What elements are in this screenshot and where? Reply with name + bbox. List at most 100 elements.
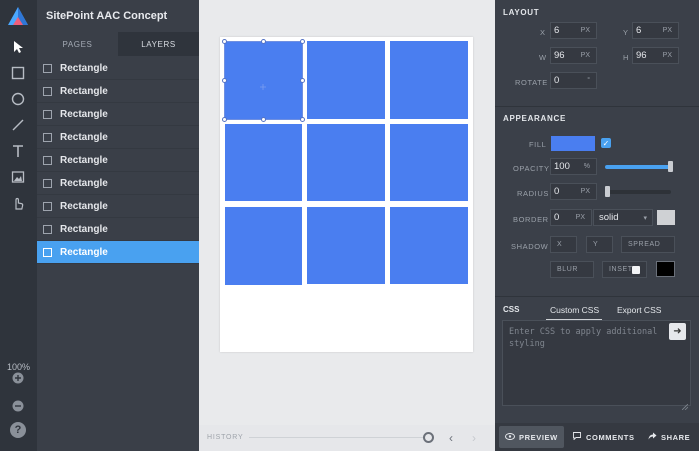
layer-checkbox[interactable] bbox=[43, 247, 52, 257]
rectangle-shape[interactable] bbox=[307, 207, 385, 284]
rectangle-icon[interactable] bbox=[8, 63, 28, 83]
opacity-input[interactable]: 100 % bbox=[550, 158, 597, 175]
zoom-out-icon[interactable] bbox=[11, 399, 25, 413]
inset-checkbox[interactable] bbox=[632, 266, 640, 274]
shadow-color-swatch[interactable] bbox=[656, 261, 675, 277]
layer-item-selected[interactable]: Rectangle bbox=[37, 241, 199, 264]
tab-export-css[interactable]: Export CSS bbox=[617, 305, 661, 315]
history-slider-track[interactable] bbox=[249, 437, 424, 438]
fill-color-swatch[interactable] bbox=[551, 136, 595, 151]
section-divider bbox=[495, 296, 699, 297]
layer-item[interactable]: Rectangle bbox=[37, 195, 199, 218]
rectangle-shape[interactable] bbox=[390, 207, 468, 284]
layer-checkbox[interactable] bbox=[43, 178, 52, 188]
shadow-blur-input[interactable]: BLUR bbox=[550, 261, 594, 278]
radius-slider-thumb[interactable] bbox=[605, 186, 610, 197]
circle-icon[interactable] bbox=[8, 89, 28, 109]
layer-item[interactable]: Rectangle bbox=[37, 80, 199, 103]
history-slider-knob[interactable] bbox=[423, 432, 434, 443]
opacity-value: 100 bbox=[554, 161, 570, 172]
center-crosshair-icon bbox=[260, 77, 266, 90]
layer-item[interactable]: Rectangle bbox=[37, 103, 199, 126]
layer-item[interactable]: Rectangle bbox=[37, 149, 199, 172]
radius-slider-track[interactable] bbox=[605, 190, 671, 194]
x-label: X bbox=[540, 28, 546, 37]
resize-handle[interactable] bbox=[300, 39, 305, 44]
height-input[interactable]: 96 PX bbox=[632, 47, 679, 64]
layer-checkbox[interactable] bbox=[43, 109, 52, 119]
layer-checkbox[interactable] bbox=[43, 132, 52, 142]
shadow-x-input[interactable]: X bbox=[550, 236, 577, 253]
resize-handle[interactable] bbox=[222, 39, 227, 44]
hand-pointer-icon[interactable] bbox=[8, 193, 28, 213]
layer-checkbox[interactable] bbox=[43, 63, 52, 73]
bottom-action-bar: PREVIEW COMMENTS SHARE bbox=[495, 423, 699, 451]
comments-button[interactable]: COMMENTS bbox=[573, 426, 635, 448]
app-logo-icon[interactable] bbox=[7, 6, 29, 28]
project-title: SitePoint AAC Concept bbox=[46, 10, 168, 22]
zoom-level: 100% bbox=[6, 362, 31, 372]
layer-item[interactable]: Rectangle bbox=[37, 172, 199, 195]
opacity-slider-thumb[interactable] bbox=[668, 161, 673, 172]
tab-pages[interactable]: PAGES bbox=[37, 32, 118, 56]
share-button[interactable]: SHARE bbox=[648, 426, 690, 448]
fill-enabled-checkbox[interactable]: ✓ bbox=[601, 138, 611, 148]
zoom-in-icon[interactable] bbox=[11, 371, 25, 385]
radius-input[interactable]: 0 PX bbox=[550, 183, 597, 200]
y-input[interactable]: 6 PX bbox=[632, 22, 679, 39]
rotate-input[interactable]: 0 ° bbox=[550, 72, 597, 89]
rectangle-shape[interactable] bbox=[390, 41, 468, 119]
image-icon[interactable] bbox=[8, 167, 28, 187]
rectangle-shape[interactable] bbox=[307, 41, 385, 119]
layer-checkbox[interactable] bbox=[43, 155, 52, 165]
custom-css-textarea[interactable]: Enter CSS to apply additional styling ➜ bbox=[502, 320, 691, 411]
resize-handle[interactable] bbox=[261, 117, 266, 122]
width-input[interactable]: 96 PX bbox=[550, 47, 597, 64]
x-input[interactable]: 6 PX bbox=[550, 22, 597, 39]
line-icon[interactable] bbox=[8, 115, 28, 135]
resize-handle[interactable] bbox=[300, 117, 305, 122]
canvas-area[interactable] bbox=[199, 0, 495, 425]
tab-layers[interactable]: LAYERS bbox=[118, 32, 199, 56]
layer-item[interactable]: Rectangle bbox=[37, 126, 199, 149]
layer-item[interactable]: Rectangle bbox=[37, 57, 199, 80]
radius-label: RADIUS bbox=[517, 189, 549, 198]
history-bar: HISTORY ‹ › bbox=[199, 425, 495, 451]
rectangle-shape[interactable] bbox=[390, 124, 468, 201]
rectangle-shape[interactable] bbox=[307, 124, 385, 201]
layer-checkbox[interactable] bbox=[43, 86, 52, 96]
resize-handle[interactable] bbox=[300, 78, 305, 83]
layers-panel: SitePoint AAC Concept PAGES LAYERS Recta… bbox=[37, 0, 199, 451]
layer-label: Rectangle bbox=[60, 131, 108, 143]
border-width-input[interactable]: 0 PX bbox=[550, 209, 592, 226]
preview-label: PREVIEW bbox=[519, 432, 558, 442]
layer-item[interactable]: Rectangle bbox=[37, 218, 199, 241]
layer-label: Rectangle bbox=[60, 177, 108, 189]
shadow-y-input[interactable]: Y bbox=[586, 236, 613, 253]
shadow-inset-toggle[interactable]: INSET bbox=[602, 261, 647, 278]
help-icon[interactable]: ? bbox=[10, 422, 26, 438]
artboard[interactable] bbox=[220, 37, 473, 352]
apply-css-icon[interactable]: ➜ bbox=[669, 323, 686, 340]
resize-grip-icon[interactable] bbox=[681, 397, 689, 411]
undo-chevron-left-icon[interactable]: ‹ bbox=[449, 431, 453, 445]
resize-handle[interactable] bbox=[222, 78, 227, 83]
resize-handle[interactable] bbox=[222, 117, 227, 122]
text-icon[interactable] bbox=[8, 141, 28, 161]
rectangle-shape[interactable] bbox=[225, 207, 302, 285]
properties-panel: LAYOUT X 6 PX Y 6 PX W 96 PX H 96 PX ROT… bbox=[495, 0, 699, 451]
border-style-select[interactable]: solid ▾ bbox=[593, 209, 653, 226]
layer-checkbox[interactable] bbox=[43, 224, 52, 234]
rectangle-shape[interactable] bbox=[225, 124, 302, 201]
redo-chevron-right-icon[interactable]: › bbox=[472, 431, 476, 445]
shadow-spread-input[interactable]: SPREAD bbox=[621, 236, 675, 253]
tab-custom-css[interactable]: Custom CSS bbox=[550, 305, 599, 315]
border-style-value: solid bbox=[599, 212, 619, 223]
width-unit: PX bbox=[580, 52, 590, 59]
resize-handle[interactable] bbox=[261, 39, 266, 44]
preview-button[interactable]: PREVIEW bbox=[499, 426, 564, 448]
layer-label: Rectangle bbox=[60, 85, 108, 97]
select-arrow-icon[interactable] bbox=[8, 37, 28, 57]
border-color-swatch[interactable] bbox=[657, 210, 675, 225]
layer-checkbox[interactable] bbox=[43, 201, 52, 211]
